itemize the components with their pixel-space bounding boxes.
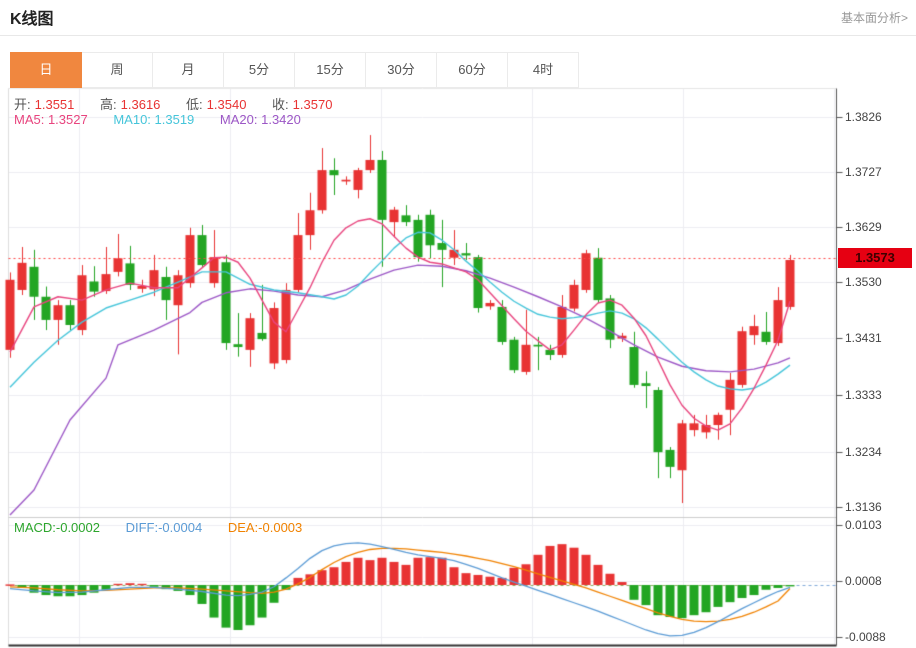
diff-value-legend: DIFF:-0.0004 [126,520,203,535]
tab-15min[interactable]: 15分 [295,52,366,88]
price-tick-3: 1.3530 [845,274,882,290]
kline-page: K线图 基本面分析> 日 周 月 5分 15分 30分 60分 4时 开: 1.3… [0,0,916,648]
close-label: 收: [272,97,289,112]
macd-value-legend: MACD:-0.0002 [14,520,100,535]
high-label: 高: [100,97,117,112]
open-label: 开: [14,97,31,112]
price-tick-0: 1.3826 [845,109,882,125]
page-title: K线图 [10,5,54,29]
price-tick-6: 1.3234 [845,444,882,460]
tab-day[interactable]: 日 [10,52,82,88]
open-value: 1.3551 [35,97,75,112]
low-value: 1.3540 [207,97,247,112]
ohlc-legend: 开: 1.3551 高: 1.3616 低: 1.3540 收: 1.3570 [14,94,336,113]
low-label: 低: [186,97,203,112]
macd-tick-1: 0.0008 [845,573,882,589]
tab-5min[interactable]: 5分 [224,52,295,88]
current-price-badge: 1.3573 [838,248,912,268]
period-tab-strip: 日 周 月 5分 15分 30分 60分 4时 [10,52,579,88]
price-tick-7: 1.3136 [845,499,882,515]
close-value: 1.3570 [293,97,333,112]
tab-month[interactable]: 月 [153,52,224,88]
fundamental-analysis-link[interactable]: 基本面分析> [841,9,908,26]
tab-4hour[interactable]: 4时 [508,52,579,88]
dea-value-legend: DEA:-0.0003 [228,520,302,535]
tab-30min[interactable]: 30分 [366,52,437,88]
price-tick-2: 1.3629 [845,219,882,235]
ma10-legend: MA10: 1.3519 [113,112,194,127]
macd-tick-0: 0.0103 [845,517,882,533]
price-tick-1: 1.3727 [845,164,882,180]
price-tick-4: 1.3431 [845,330,882,346]
title-divider [0,35,916,36]
macd-legend: MACD:-0.0002 DIFF:-0.0004 DEA:-0.0003 [14,520,306,535]
ma20-legend: MA20: 1.3420 [220,112,301,127]
macd-tick-2: -0.0088 [845,629,886,645]
ma5-legend: MA5: 1.3527 [14,112,88,127]
ma-legend: MA5: 1.3527 MA10: 1.3519 MA20: 1.3420 [14,112,305,127]
tab-week[interactable]: 周 [82,52,153,88]
price-tick-5: 1.3333 [845,387,882,403]
high-value: 1.3616 [121,97,161,112]
tab-60min[interactable]: 60分 [437,52,508,88]
